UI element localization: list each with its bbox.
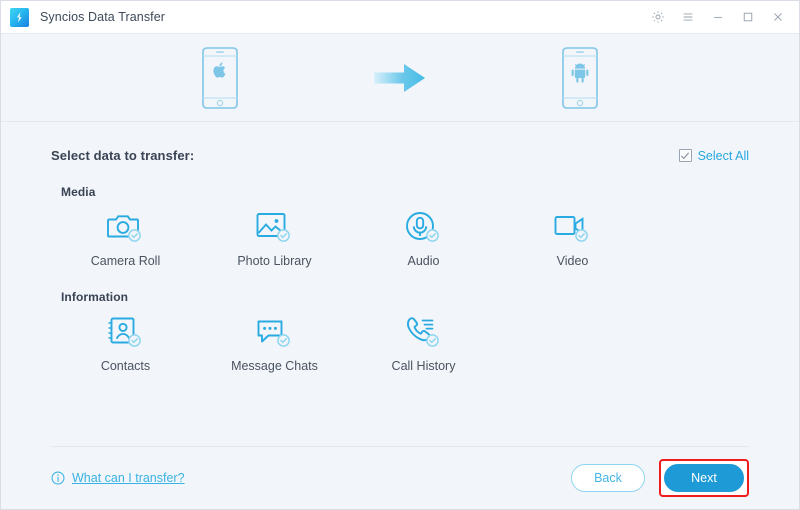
photo-icon (256, 207, 294, 247)
footer-buttons: Back Next (571, 459, 749, 497)
group-title-information: Information (61, 290, 129, 304)
help-link-label: What can I transfer? (72, 471, 185, 485)
transfer-arrow (320, 62, 480, 94)
information-tile-row: Contacts Message Chats Call History (51, 312, 749, 373)
info-icon (51, 471, 65, 485)
tile-camera-roll[interactable]: Camera Roll (51, 207, 200, 268)
tile-video[interactable]: Video (498, 207, 647, 268)
target-device (480, 47, 680, 109)
tile-label: Photo Library (237, 254, 312, 268)
transfer-direction-strip (1, 34, 799, 122)
select-all-label: Select All (697, 148, 749, 163)
tile-label: Video (556, 254, 589, 268)
android-phone-icon (562, 47, 598, 109)
contact-card-icon (107, 312, 145, 352)
tile-label: Call History (391, 359, 456, 373)
next-button[interactable]: Next (664, 464, 744, 492)
checkmark-icon (681, 152, 690, 159)
help-link[interactable]: What can I transfer? (51, 471, 185, 485)
tile-photo-library[interactable]: Photo Library (200, 207, 349, 268)
apple-phone-icon (202, 47, 238, 109)
tile-label: Camera Roll (90, 254, 161, 268)
tile-call-history[interactable]: Call History (349, 312, 498, 373)
close-icon[interactable] (763, 2, 793, 32)
camera-icon (106, 207, 145, 247)
tile-label: Message Chats (231, 359, 318, 373)
camcorder-icon (554, 207, 592, 247)
page-title: Select data to transfer: (51, 148, 195, 163)
main-content: Select data to transfer: Select All Medi… (1, 122, 799, 509)
title-bar: Syncios Data Transfer (1, 1, 799, 34)
select-all-checkbox[interactable] (678, 149, 692, 162)
syncios-logo-icon (10, 7, 29, 27)
microphone-icon (405, 207, 443, 247)
back-button[interactable]: Back (571, 464, 645, 492)
footer-bar: What can I transfer? Back Next (1, 447, 799, 509)
app-window: Syncios Data Transfer Select data to tra… (0, 0, 800, 510)
tile-message-chats[interactable]: Message Chats (200, 312, 349, 373)
tile-contacts[interactable]: Contacts (51, 312, 200, 373)
window-title: Syncios Data Transfer (40, 10, 166, 24)
tile-audio[interactable]: Audio (349, 207, 498, 268)
group-title-media: Media (61, 185, 96, 199)
gear-icon[interactable] (643, 2, 673, 32)
phone-handset-icon (405, 312, 443, 352)
media-tile-row: Camera Roll Photo Library Audio Video (51, 207, 749, 268)
select-all-control[interactable]: Select All (678, 148, 749, 163)
tile-label: Audio (407, 254, 440, 268)
source-device (120, 47, 320, 109)
next-button-highlight: Next (659, 459, 749, 497)
hamburger-menu-icon[interactable] (673, 2, 703, 32)
maximize-icon[interactable] (733, 2, 763, 32)
speech-bubble-icon (256, 312, 294, 352)
arrow-right-icon (374, 64, 425, 92)
select-header-row: Select data to transfer: Select All (51, 122, 749, 163)
tile-label: Contacts (100, 359, 151, 373)
minimize-icon[interactable] (703, 2, 733, 32)
